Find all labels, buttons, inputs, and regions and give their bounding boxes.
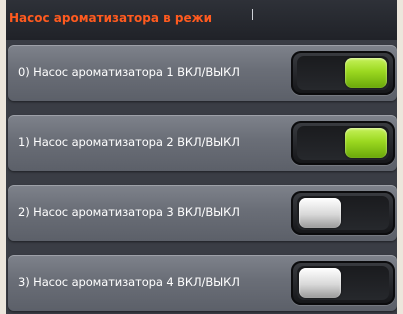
pump-toggle-2[interactable] (291, 191, 395, 235)
toggle-knob (345, 58, 387, 88)
toggle-knob (299, 268, 341, 298)
toggle-track (297, 56, 389, 90)
toggle-track (297, 126, 389, 160)
toggle-track (297, 266, 389, 300)
pump-row-label: 0) Насос ароматизатора 1 ВКЛ/ВЫКЛ (18, 65, 240, 79)
toggle-track (297, 196, 389, 230)
pump-row-label: 3) Насос ароматизатора 4 ВКЛ/ВЫКЛ (18, 275, 240, 289)
pump-row-0[interactable]: 0) Насос ароматизатора 1 ВКЛ/ВЫКЛ (8, 45, 397, 101)
page-title: Насос ароматизатора в режи (9, 11, 212, 25)
toggle-knob (299, 198, 341, 228)
title-bar: Насос ароматизатора в режи (6, 0, 397, 40)
pump-row-3[interactable]: 3) Насос ароматизатора 4 ВКЛ/ВЫКЛ (8, 255, 397, 311)
pump-row-label: 2) Насос ароматизатора 3 ВКЛ/ВЫКЛ (18, 205, 240, 219)
pump-row-1[interactable]: 1) Насос ароматизатора 2 ВКЛ/ВЫКЛ (8, 115, 397, 171)
pump-toggle-1[interactable] (291, 121, 395, 165)
toggle-knob (345, 128, 387, 158)
pump-toggle-3[interactable] (291, 261, 395, 305)
pump-toggle-0[interactable] (291, 51, 395, 95)
text-cursor (252, 9, 253, 20)
pump-row-2[interactable]: 2) Насос ароматизатора 3 ВКЛ/ВЫКЛ (8, 185, 397, 241)
pump-row-label: 1) Насос ароматизатора 2 ВКЛ/ВЫКЛ (18, 135, 240, 149)
pump-settings-panel: Насос ароматизатора в режи 0) Насос аром… (6, 0, 397, 314)
